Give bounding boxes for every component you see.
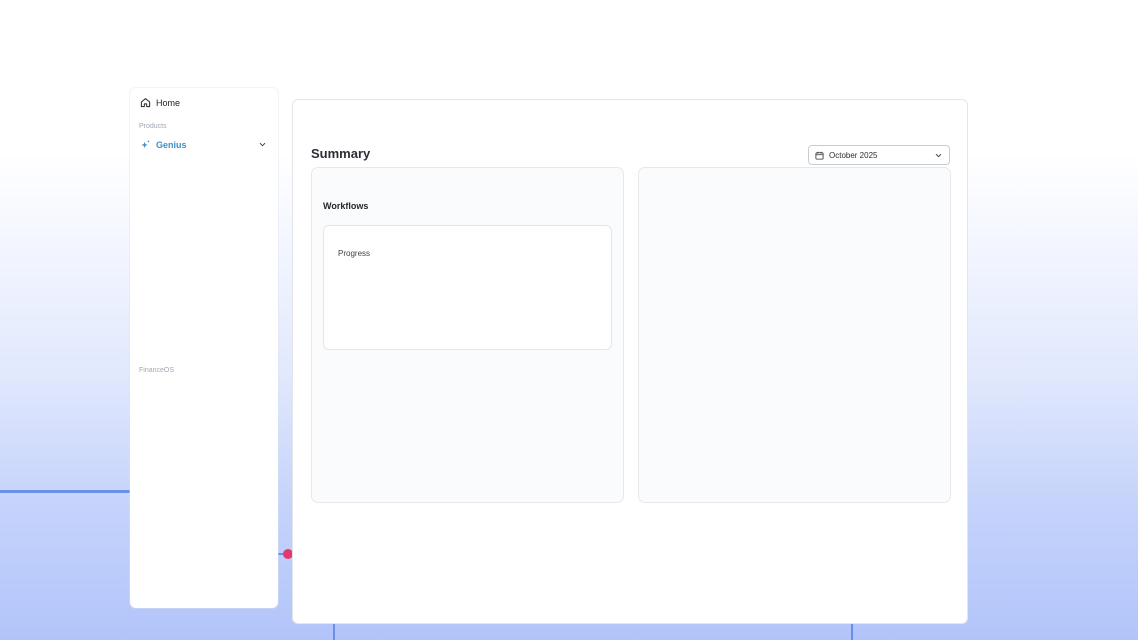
- main-panel: Summary October 2025 Workflows Progress: [292, 99, 968, 624]
- sidebar-item-genius[interactable]: Genius: [140, 139, 267, 150]
- sidebar-item-label: Genius: [156, 139, 187, 150]
- workflows-title: Workflows: [323, 201, 369, 211]
- progress-card: Progress: [323, 225, 612, 350]
- date-picker[interactable]: October 2025: [808, 145, 950, 165]
- page-title: Summary: [311, 146, 371, 161]
- chevron-down-icon: [935, 153, 942, 157]
- sidebar-item-home[interactable]: Home: [140, 97, 180, 108]
- section-label-products: Products: [139, 123, 167, 130]
- empty-card: [638, 167, 951, 503]
- date-picker-value: October 2025: [829, 150, 878, 160]
- home-icon: [140, 98, 151, 108]
- progress-label: Progress: [338, 249, 371, 258]
- background-line: [0, 490, 132, 493]
- workflows-card: Workflows Progress: [311, 167, 624, 503]
- background-line: [333, 622, 335, 640]
- calendar-icon: [815, 151, 824, 160]
- background-line: [851, 622, 853, 640]
- chevron-down-icon[interactable]: [258, 140, 267, 149]
- sidebar-item-label: Home: [156, 97, 181, 108]
- sparkle-icon: [141, 139, 150, 149]
- section-label-financeos: FinanceOS: [139, 367, 175, 374]
- sidebar: Home Products Genius FinanceOS: [130, 88, 278, 608]
